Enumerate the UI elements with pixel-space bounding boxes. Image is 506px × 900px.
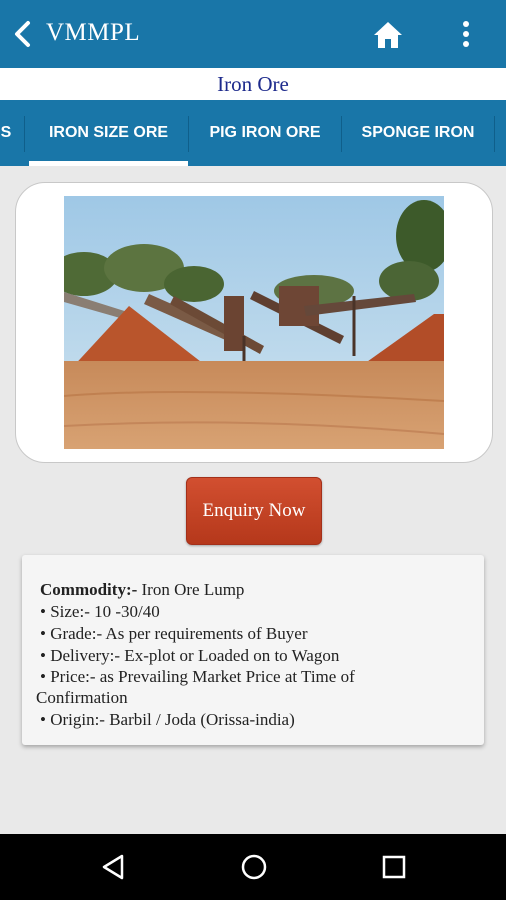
commodity-label: Commodity:- [40, 580, 138, 599]
product-image [64, 196, 444, 449]
more-vert-icon[interactable] [456, 18, 476, 50]
tab-divider [494, 116, 495, 152]
tab-sponge-iron[interactable]: SPONGE IRON [342, 100, 494, 166]
nav-recents-icon[interactable] [381, 854, 407, 880]
nav-back-icon[interactable] [100, 853, 126, 881]
nav-home-icon[interactable] [240, 853, 268, 881]
price-line-continued: Confirmation [36, 688, 128, 707]
app-bar: VMMPL [0, 0, 506, 68]
tab-partial[interactable]: S [0, 100, 24, 166]
back-arrow-icon[interactable] [10, 18, 38, 50]
home-icon[interactable] [372, 20, 404, 50]
page-subtitle: Iron Ore [217, 72, 289, 96]
size-line: • Size:- 10 -30/40 [40, 602, 160, 621]
tab-iron-size-ore[interactable]: IRON SIZE ORE [29, 100, 188, 166]
tab-pig-iron-ore[interactable]: PIG IRON ORE [189, 100, 341, 166]
product-details-card: Commodity:- Iron Ore Lump • Size:- 10 -3… [22, 555, 484, 745]
delivery-line: • Delivery:- Ex-plot or Loaded on to Wag… [40, 646, 340, 665]
system-nav-bar [0, 834, 506, 900]
price-line: • Price:- as Prevailing Market Price at … [40, 667, 355, 686]
tab-divider [24, 116, 25, 152]
category-tabs: S IRON SIZE ORE PIG IRON ORE SPONGE IRON [0, 100, 506, 166]
origin-line: • Origin:- Barbil / Joda (Orissa-india) [40, 710, 295, 729]
commodity-value: Iron Ore Lump [137, 580, 245, 599]
enquiry-now-button[interactable]: Enquiry Now [186, 477, 322, 545]
page-subtitle-bar: Iron Ore [0, 68, 506, 100]
product-image-card [15, 182, 493, 463]
app-title: VMMPL [46, 19, 141, 46]
grade-line: • Grade:- As per requirements of Buyer [40, 624, 308, 643]
commodity-line: Commodity:- Iron Ore Lump [40, 580, 244, 600]
